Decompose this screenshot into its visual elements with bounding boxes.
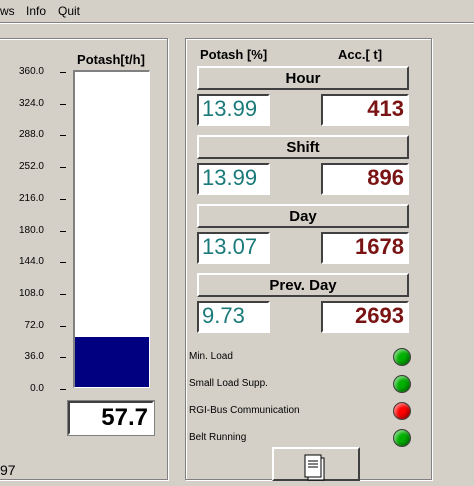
gauge-tick-label: 108.0: [18, 287, 44, 299]
section-header-day: Day: [197, 204, 409, 228]
status-led-icon: [393, 375, 411, 393]
gauge-tick-label: 144.0: [18, 256, 44, 268]
gauge-tick-mark: [60, 72, 66, 73]
gauge-value: 57.7: [101, 404, 148, 431]
column-header-potash-percent: Potash [%]: [200, 47, 268, 62]
menu-item-quit[interactable]: Quit: [58, 4, 80, 18]
status-label: Small Load Supp.: [189, 378, 268, 389]
gauge-title: Potash[t/h]: [77, 52, 145, 67]
gauge-tick-mark: [60, 198, 66, 200]
gauge-tick-mark: [60, 262, 66, 264]
document-icon: [302, 453, 330, 486]
potash-percent-value: 9.73: [197, 301, 270, 333]
accumulated-tonnes-value: 1678: [321, 232, 409, 264]
gauge-tick-mark: [60, 167, 66, 169]
report-button[interactable]: [272, 447, 360, 481]
status-label: Min. Load: [189, 351, 233, 362]
gauge-tick-label: 0.0: [30, 383, 44, 394]
menu-item-windows[interactable]: ws: [0, 4, 15, 18]
potash-percent-value: 13.07: [197, 232, 270, 264]
gauge-tick-label: 36.0: [24, 351, 44, 363]
accumulated-tonnes-value: 2693: [321, 301, 409, 333]
section-header-prev-day: Prev. Day: [197, 273, 409, 297]
gauge-tick-mark: [60, 357, 66, 359]
status-led-icon: [393, 348, 411, 366]
status-led-icon: [393, 402, 411, 420]
gauge-tick-mark: [60, 325, 66, 327]
gauge-tick-mark: [60, 293, 66, 295]
gauge-tick-label: 72.0: [24, 319, 44, 331]
column-header-accumulated: Acc.[ t]: [338, 47, 383, 62]
potash-percent-value: 13.99: [197, 163, 270, 195]
bottom-left-partial-text: 97: [0, 462, 16, 478]
gauge-tick-mark: [60, 103, 66, 105]
gauge-tick-label: 180.0: [18, 224, 44, 236]
menu-bar: ws Info Quit: [0, 0, 474, 23]
gauge-tick-label: 216.0: [18, 192, 44, 204]
gauge-bar-fill: [75, 337, 149, 387]
section-header-hour: Hour: [197, 66, 409, 90]
gauge-bar-frame: [73, 70, 150, 388]
gauge-tick-mark: [60, 135, 66, 137]
gauge-tick-mark: [60, 230, 66, 232]
potash-percent-value: 13.99: [197, 94, 270, 126]
gauge-tick-label: 360.0: [18, 66, 44, 77]
gauge-tick-label: 288.0: [18, 129, 44, 141]
gauge-tick-label: 324.0: [18, 97, 44, 109]
section-header-shift: Shift: [197, 135, 409, 159]
accumulated-tonnes-value: 896: [321, 163, 409, 195]
gauge-tick-label: 252.0: [18, 161, 44, 173]
status-label: Belt Running: [189, 432, 247, 443]
gauge-tick-mark: [60, 389, 66, 390]
gauge-value-display: 57.7: [67, 400, 155, 436]
menu-item-info[interactable]: Info: [26, 4, 46, 18]
accumulated-tonnes-value: 413: [321, 94, 409, 126]
status-label: RGI-Bus Communication: [189, 405, 300, 416]
status-led-icon: [393, 429, 411, 447]
